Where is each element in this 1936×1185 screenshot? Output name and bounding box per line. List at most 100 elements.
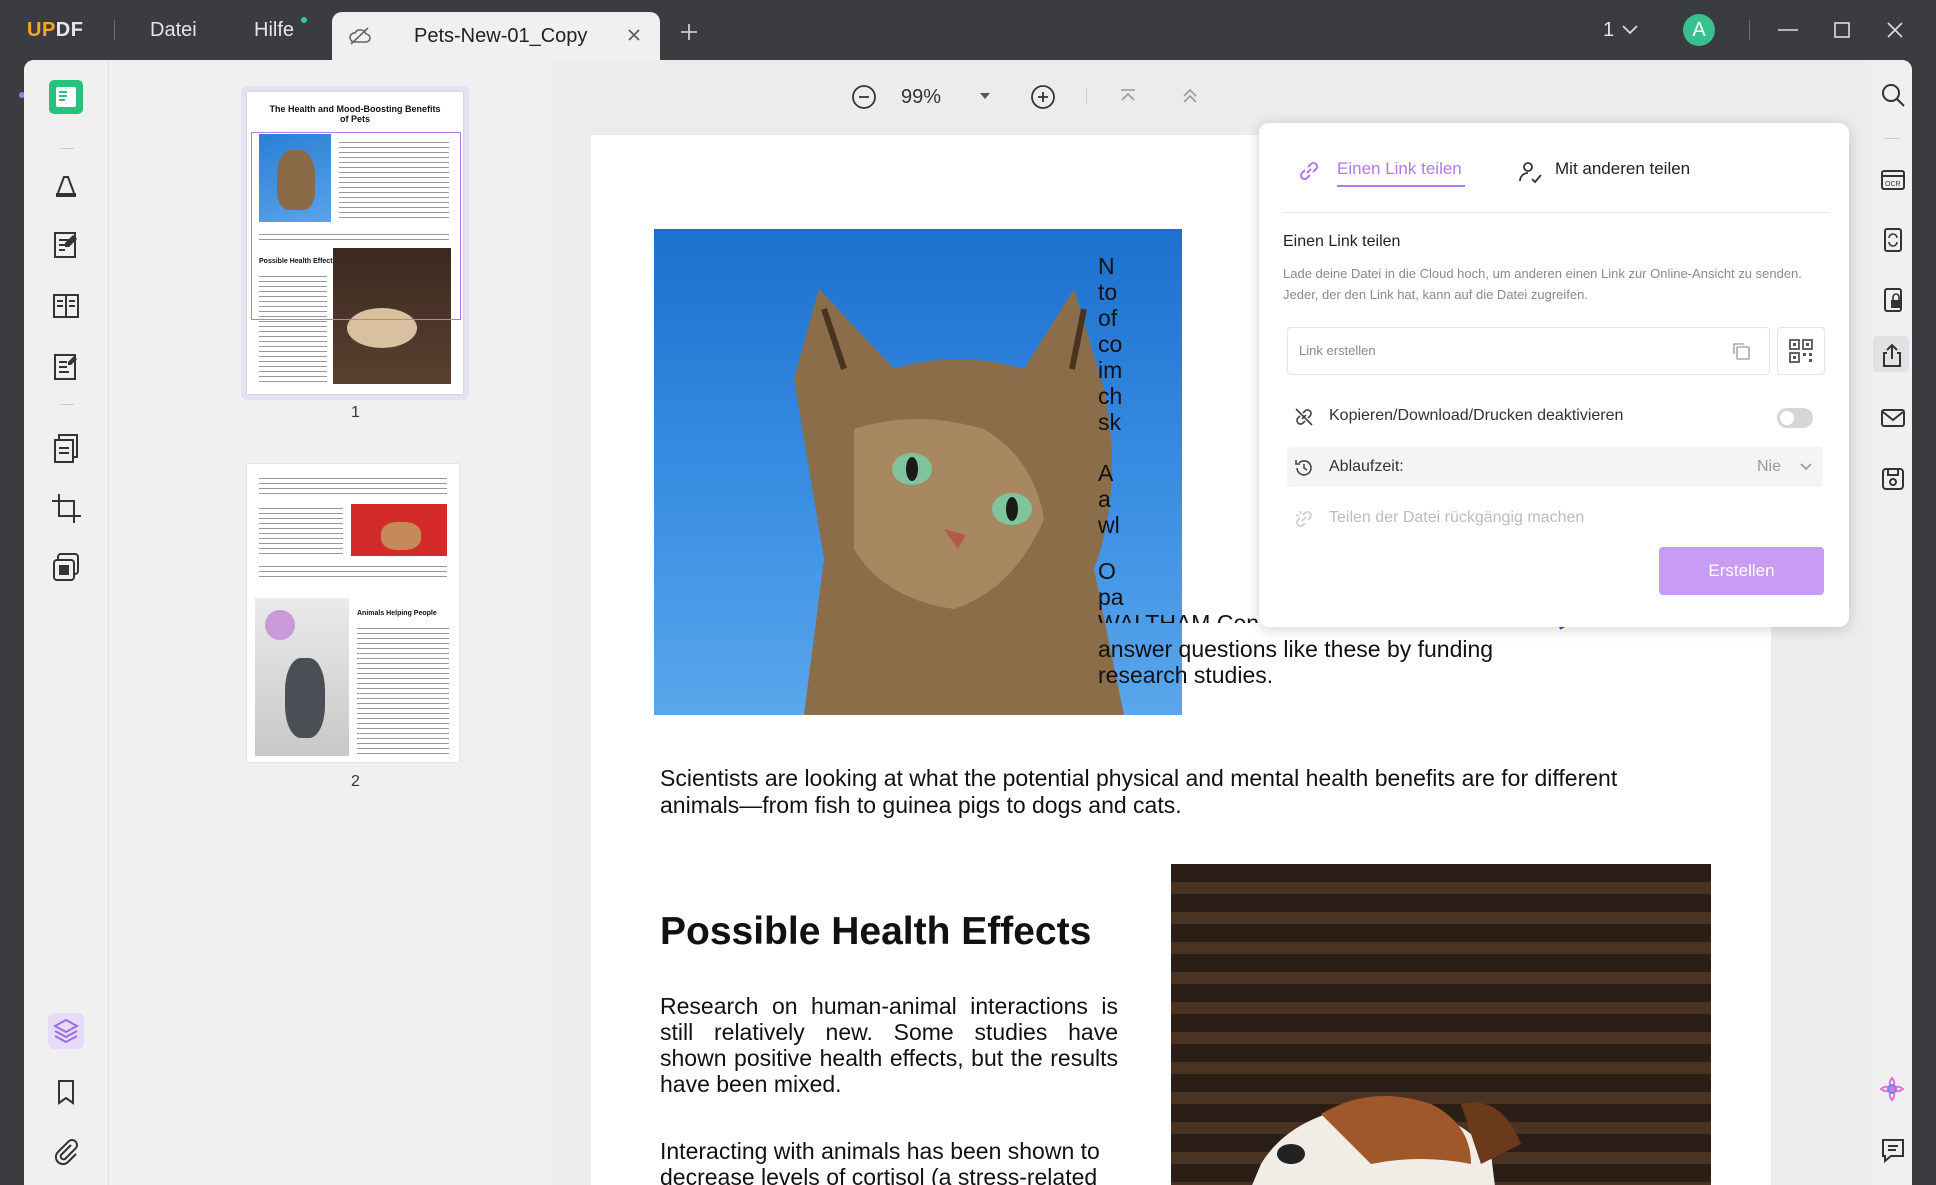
title-bar: UPDF Datei Hilfe Pets-New-01_Copy 1 A	[0, 0, 1936, 60]
disable-copy-row: Kopieren/Download/Drucken deaktivieren	[1287, 396, 1823, 436]
tab-title: Pets-New-01_Copy	[414, 25, 588, 47]
undo-share-row[interactable]: Teilen der Datei rückgängig machen	[1287, 498, 1823, 538]
column-fragment: Nto of co im ch sk	[1098, 253, 1123, 435]
previous-page-icon[interactable]	[1181, 88, 1199, 104]
qr-code-icon	[1788, 338, 1814, 364]
zoom-out-icon[interactable]	[851, 84, 877, 110]
thumbnail-page-label: 2	[351, 773, 360, 790]
document-tab[interactable]: Pets-New-01_Copy	[332, 12, 660, 60]
section-heading: Possible Health Effects	[660, 910, 1092, 953]
thumbnail-text-lines	[259, 562, 447, 578]
thumbnail-section: Animals Helping People	[357, 610, 437, 617]
thumbnail-text-lines	[357, 624, 449, 754]
menu-help[interactable]: Hilfe	[254, 19, 294, 42]
thumbnail-panel: The Health and Mood-Boosting Benefits of…	[109, 60, 551, 1185]
expiry-row[interactable]: Ablaufzeit: Nie	[1287, 447, 1823, 487]
disable-copy-label: Kopieren/Download/Drucken deaktivieren	[1329, 407, 1624, 424]
thumbnail-text-lines	[259, 504, 343, 556]
page-indicator[interactable]: 1	[1603, 19, 1614, 42]
edit-tool-icon[interactable]	[46, 225, 86, 265]
thumbnail-page-1[interactable]: The Health and Mood-Boosting Benefits of…	[247, 92, 463, 394]
right-toolbar: OCR	[1871, 60, 1912, 1185]
comment-tool-icon[interactable]	[46, 165, 86, 205]
divider	[60, 404, 74, 405]
ai-assistant-icon[interactable]	[1878, 1075, 1906, 1103]
column-fragment: Aa wl	[1098, 460, 1120, 538]
thumbnail-page-label: 1	[351, 404, 360, 421]
updf-logo[interactable]: UPDF	[27, 19, 83, 42]
expiry-value[interactable]: Nie	[1757, 458, 1781, 476]
left-toolbar	[24, 60, 109, 1185]
divider	[1086, 88, 1087, 104]
avatar[interactable]: A	[1683, 14, 1715, 46]
crop-icon[interactable]	[46, 488, 86, 528]
protect-icon[interactable]	[1879, 286, 1907, 314]
history-icon	[1293, 457, 1315, 479]
tab-share-with-others[interactable]: Mit anderen teilen	[1555, 159, 1690, 179]
first-page-icon[interactable]	[1119, 88, 1137, 104]
divider	[1749, 20, 1750, 40]
toggle-knob	[1780, 411, 1794, 425]
undo-share-label: Teilen der Datei rückgängig machen	[1329, 509, 1585, 526]
thumbnail-title: The Health and Mood-Boosting Benefits of…	[269, 104, 441, 124]
active-tab-underline	[1337, 185, 1465, 187]
dog-photo	[1171, 864, 1711, 1185]
close-window-icon[interactable]	[1885, 20, 1905, 40]
column-fragment: Opa	[1098, 558, 1124, 610]
share-icon[interactable]	[1879, 342, 1905, 368]
link-icon	[1297, 159, 1321, 183]
chevron-down-icon[interactable]	[1621, 22, 1639, 36]
thumbnail-page-2[interactable]: Animals Helping People	[247, 464, 459, 762]
disable-copy-toggle[interactable]	[1777, 408, 1813, 428]
tab-share-link[interactable]: Einen Link teilen	[1337, 159, 1462, 179]
link-field[interactable]: Link erstellen	[1287, 327, 1770, 375]
cloud-off-icon	[348, 26, 372, 46]
paragraph-scientists: Scientists are looking at what the poten…	[660, 765, 1618, 818]
svg-text:OCR: OCR	[1885, 181, 1901, 188]
layers-icon[interactable]	[46, 1011, 86, 1051]
zoom-in-icon[interactable]	[1030, 84, 1056, 110]
minimize-icon[interactable]	[1777, 20, 1799, 40]
form-tool-icon[interactable]	[46, 347, 86, 387]
paragraph-research: Research on human-animal interactions is…	[660, 993, 1118, 1097]
unlink-icon	[1293, 508, 1315, 530]
attachment-icon[interactable]	[46, 1131, 86, 1171]
popup-description: Lade deine Datei in die Cloud hoch, um a…	[1283, 266, 1802, 302]
notification-dot	[301, 17, 307, 23]
qr-code-button[interactable]	[1777, 327, 1825, 375]
divider	[114, 20, 115, 40]
close-tab-icon[interactable]	[626, 27, 642, 43]
link-field-placeholder: Link erstellen	[1299, 343, 1376, 358]
convert-icon[interactable]	[1879, 226, 1907, 254]
cat-thumbnail-image	[255, 598, 349, 756]
share-popup: Einen Link teilen Mit anderen teilen Ein…	[1259, 123, 1849, 627]
comments-icon[interactable]	[1879, 1136, 1907, 1164]
caret-down-icon[interactable]	[979, 92, 991, 100]
create-link-button[interactable]: Erstellen	[1659, 547, 1824, 595]
viewport-indicator	[251, 132, 461, 320]
menu-file[interactable]: Datei	[150, 19, 197, 42]
chevron-down-icon[interactable]	[1799, 462, 1813, 472]
organize-pages-icon[interactable]	[46, 286, 86, 326]
page-tools-icon[interactable]	[46, 428, 86, 468]
ocr-icon[interactable]: OCR	[1879, 165, 1907, 193]
divider	[60, 148, 74, 149]
expiry-label: Ablaufzeit:	[1329, 458, 1404, 475]
new-tab-icon[interactable]	[680, 23, 698, 41]
paragraph-interacting: Interacting with animals has been shown …	[660, 1138, 1100, 1185]
save-icon[interactable]	[1879, 465, 1907, 493]
search-icon[interactable]	[1880, 82, 1906, 108]
view-toolbar: 99%	[551, 60, 1871, 132]
compare-icon[interactable]	[46, 547, 86, 587]
mail-icon[interactable]	[1879, 405, 1907, 431]
thumbnail-text-lines	[259, 474, 447, 496]
maximize-icon[interactable]	[1832, 20, 1852, 40]
main-area: The Health and Mood-Boosting Benefits of…	[24, 60, 1912, 1185]
reader-icon[interactable]	[46, 77, 86, 117]
people-icon	[1517, 159, 1543, 185]
dogs-thumbnail-image	[351, 504, 447, 556]
copy-icon[interactable]	[1730, 340, 1752, 362]
divider	[1884, 138, 1900, 139]
zoom-level[interactable]: 99%	[901, 86, 941, 109]
bookmark-icon[interactable]	[46, 1072, 86, 1112]
